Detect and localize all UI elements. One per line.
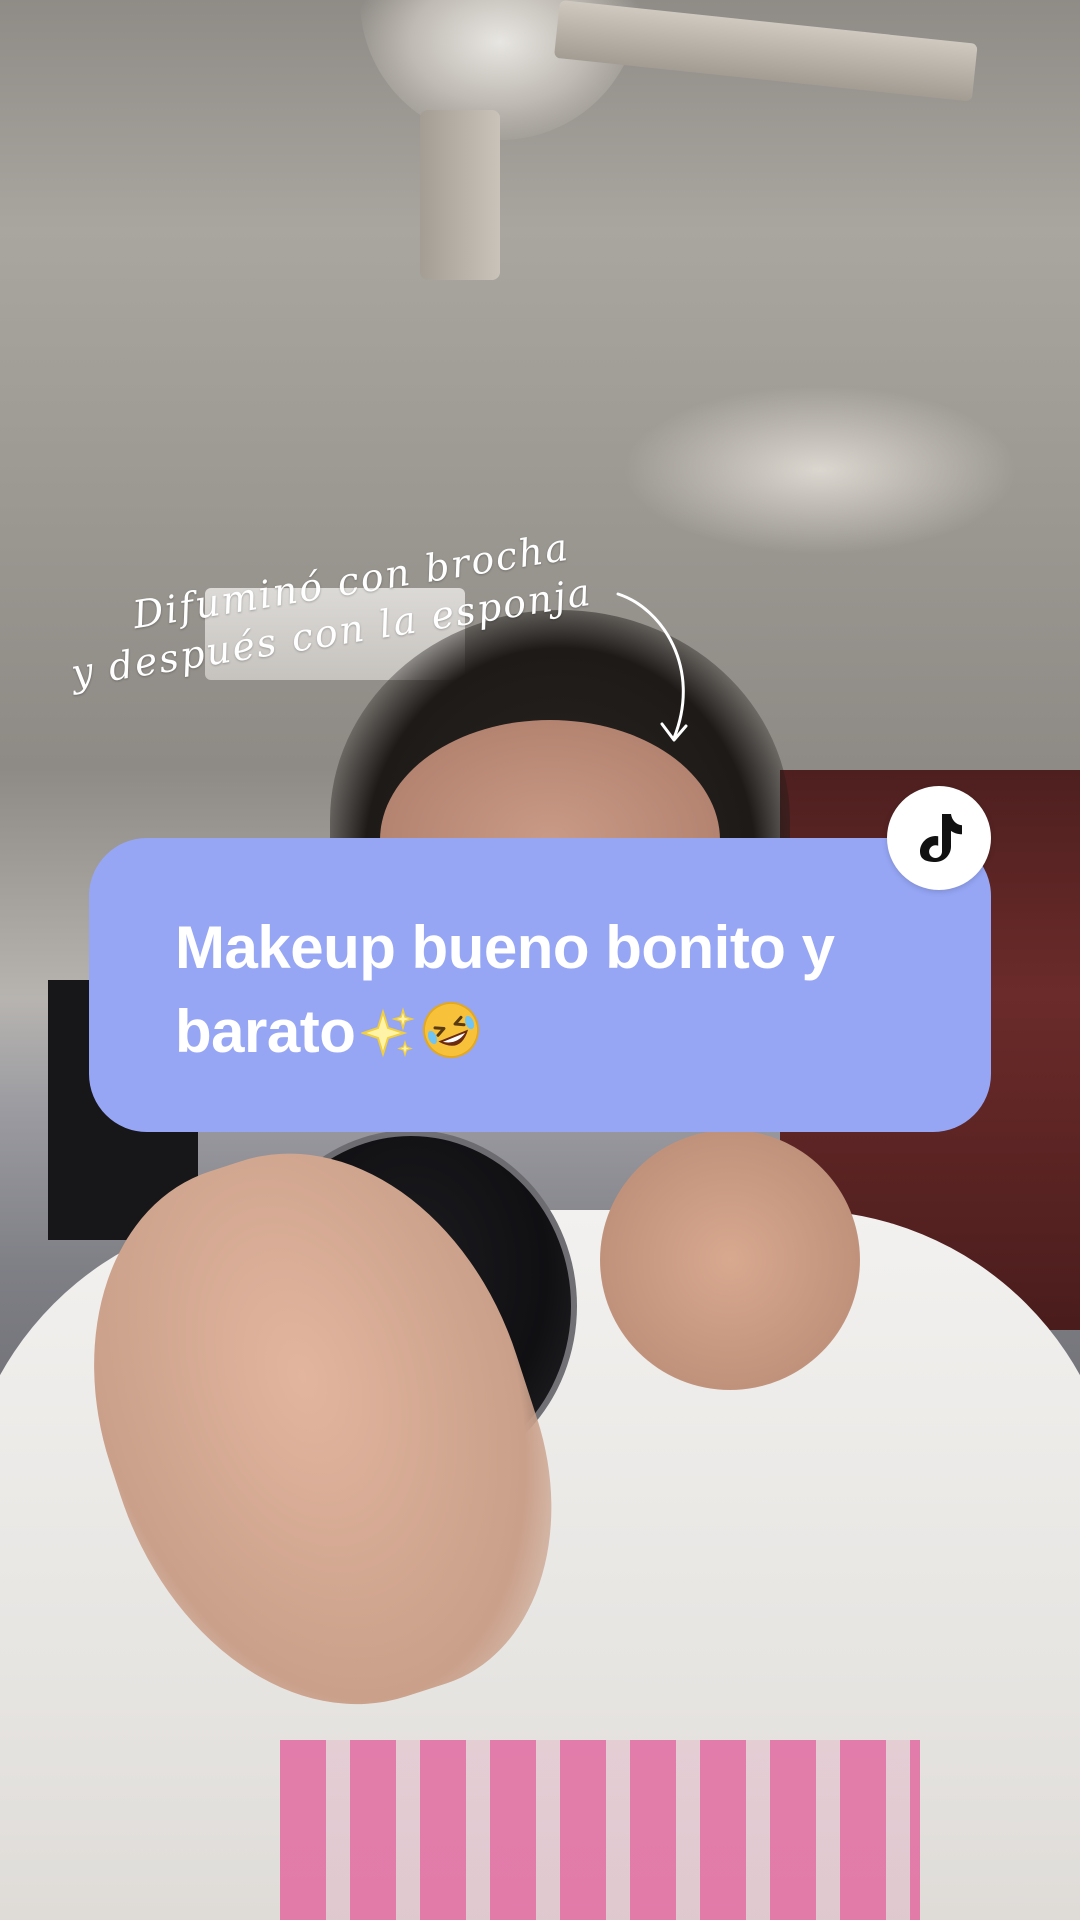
caption-text: Makeup bueno bonito y barato — [175, 906, 921, 1074]
hoodie-print — [280, 1740, 920, 1920]
video-stage[interactable]: Difuminó con brocha y después con la esp… — [0, 0, 1080, 1920]
right-hand — [600, 1130, 860, 1390]
curved-arrow-icon — [616, 592, 688, 742]
fan-blade — [553, 0, 978, 102]
tiktok-logo-badge — [887, 786, 991, 890]
caption-bubble: Makeup bueno bonito y barato — [89, 838, 991, 1132]
sparkles-icon — [361, 1007, 416, 1058]
rolling-on-floor-laughing-icon — [423, 1002, 480, 1058]
tiktok-logo-icon — [920, 814, 962, 862]
fan-blade — [420, 110, 500, 280]
caption-label: Makeup bueno bonito y barato — [175, 914, 835, 1065]
caption-emojis — [355, 998, 481, 1065]
